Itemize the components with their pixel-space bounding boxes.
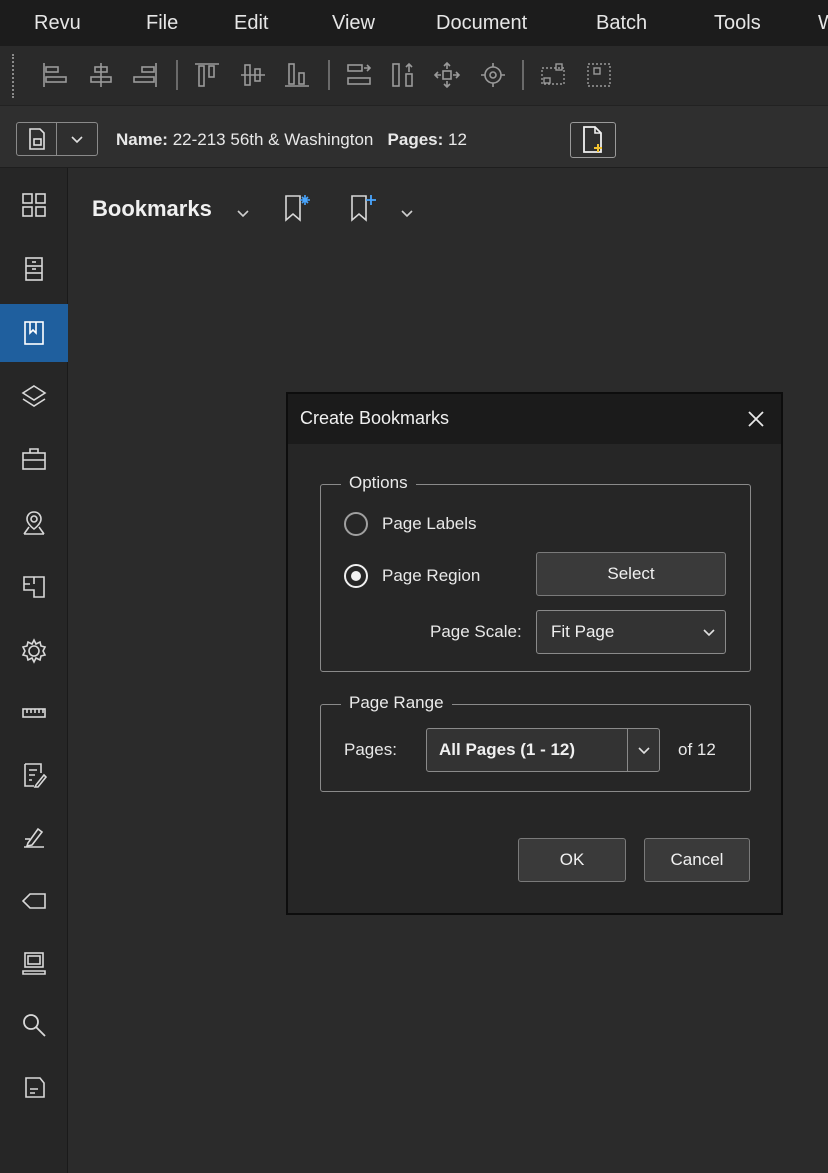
chevron-down-icon[interactable] bbox=[236, 206, 250, 224]
page-range-select[interactable]: All Pages (1 - 12) bbox=[426, 728, 660, 772]
tags-icon[interactable] bbox=[0, 872, 68, 930]
pages-label: Pages: bbox=[387, 130, 444, 149]
align-top-icon[interactable] bbox=[192, 60, 222, 90]
places-icon[interactable] bbox=[0, 494, 68, 552]
page-scale-select[interactable]: Fit Page bbox=[536, 610, 726, 654]
menu-window[interactable]: W bbox=[818, 12, 828, 35]
document-info: Name: 22-213 56th & Washington Pages: 12 bbox=[116, 130, 467, 150]
page-range-value: All Pages (1 - 12) bbox=[439, 740, 576, 759]
document-bar: Name: 22-213 56th & Washington Pages: 12 bbox=[0, 106, 828, 168]
page-scale-value: Fit Page bbox=[551, 622, 615, 641]
align-center-icon[interactable] bbox=[86, 60, 116, 90]
chevron-down-icon[interactable] bbox=[400, 206, 414, 224]
studio-icon[interactable] bbox=[0, 934, 68, 992]
toolbar-separator bbox=[328, 60, 330, 90]
page-total-label: of 12 bbox=[678, 740, 716, 759]
page-labels-label: Page Labels bbox=[382, 514, 477, 533]
generate-bookmarks-icon[interactable] bbox=[282, 192, 312, 229]
toolbar-grip[interactable] bbox=[12, 54, 16, 98]
page-range-legend: Page Range bbox=[341, 693, 452, 713]
create-bookmarks-dialog: Create Bookmarks Options Page Labels Pag… bbox=[286, 392, 783, 915]
menu-revu[interactable]: Revu bbox=[34, 12, 81, 35]
signatures-icon[interactable] bbox=[0, 808, 68, 866]
toolbar-separator bbox=[522, 60, 524, 90]
search-icon[interactable] bbox=[0, 996, 68, 1054]
align-bottom-icon[interactable] bbox=[282, 60, 312, 90]
menu-tools[interactable]: Tools bbox=[714, 12, 761, 35]
page-region-radio[interactable] bbox=[344, 564, 368, 588]
cancel-button[interactable]: Cancel bbox=[644, 838, 750, 882]
properties-icon[interactable] bbox=[0, 622, 68, 680]
layers-icon[interactable] bbox=[0, 368, 68, 426]
sets-icon[interactable] bbox=[0, 1058, 68, 1116]
ok-button[interactable]: OK bbox=[518, 838, 626, 882]
page-labels-radio[interactable] bbox=[344, 512, 368, 536]
chevron-down-icon bbox=[627, 729, 659, 771]
spaces-icon[interactable] bbox=[0, 558, 68, 616]
menu-bar: Revu File Edit View Document Batch Tools… bbox=[0, 0, 828, 46]
insert-page-button[interactable] bbox=[570, 122, 616, 158]
pages-count: 12 bbox=[448, 130, 467, 149]
menu-view[interactable]: View bbox=[332, 12, 375, 35]
file-access-icon[interactable] bbox=[0, 240, 68, 298]
bookmarks-icon[interactable] bbox=[0, 304, 68, 362]
distribute-vertical-icon[interactable] bbox=[388, 60, 418, 90]
distribute-horizontal-icon[interactable] bbox=[344, 60, 374, 90]
page-region-label: Page Region bbox=[382, 566, 481, 585]
new-page-icon bbox=[583, 126, 602, 153]
page-region-option[interactable]: Page Region bbox=[344, 564, 480, 588]
page-scale-label: Page Scale: bbox=[430, 622, 522, 641]
options-legend: Options bbox=[341, 473, 416, 493]
chevron-down-icon bbox=[693, 611, 725, 653]
add-bookmark-icon[interactable] bbox=[348, 192, 378, 229]
ungroup-icon[interactable] bbox=[584, 60, 614, 90]
toolbar-separator bbox=[176, 60, 178, 90]
target-icon[interactable] bbox=[478, 60, 508, 90]
document-switcher[interactable] bbox=[16, 122, 98, 156]
markups-list-icon[interactable] bbox=[0, 746, 68, 804]
menu-edit[interactable]: Edit bbox=[234, 12, 268, 35]
group-icon[interactable] bbox=[538, 60, 568, 90]
menu-file[interactable]: File bbox=[146, 12, 178, 35]
alignment-toolbar bbox=[0, 46, 828, 106]
toolchest-icon[interactable] bbox=[0, 430, 68, 488]
name-label: Name: bbox=[116, 130, 168, 149]
align-left-icon[interactable] bbox=[40, 60, 70, 90]
menu-batch[interactable]: Batch bbox=[596, 12, 647, 35]
thumbnails-icon[interactable] bbox=[0, 176, 68, 234]
menu-document[interactable]: Document bbox=[436, 12, 527, 35]
align-right-icon[interactable] bbox=[130, 60, 160, 90]
select-region-button[interactable]: Select bbox=[536, 552, 726, 596]
document-name: 22-213 56th & Washington bbox=[172, 130, 374, 149]
chevron-down-icon[interactable] bbox=[57, 134, 97, 144]
align-middle-icon[interactable] bbox=[238, 60, 268, 90]
dialog-title: Create Bookmarks bbox=[300, 408, 450, 428]
page-labels-option[interactable]: Page Labels bbox=[344, 512, 477, 536]
pages-label: Pages: bbox=[344, 740, 397, 759]
document-icon bbox=[17, 123, 57, 155]
move-icon[interactable] bbox=[432, 60, 462, 90]
close-icon[interactable] bbox=[739, 402, 773, 436]
measurements-icon[interactable] bbox=[0, 684, 68, 742]
side-panel-rail bbox=[0, 168, 68, 1173]
dialog-titlebar[interactable]: Create Bookmarks bbox=[288, 394, 781, 444]
panel-title: Bookmarks bbox=[92, 196, 212, 221]
